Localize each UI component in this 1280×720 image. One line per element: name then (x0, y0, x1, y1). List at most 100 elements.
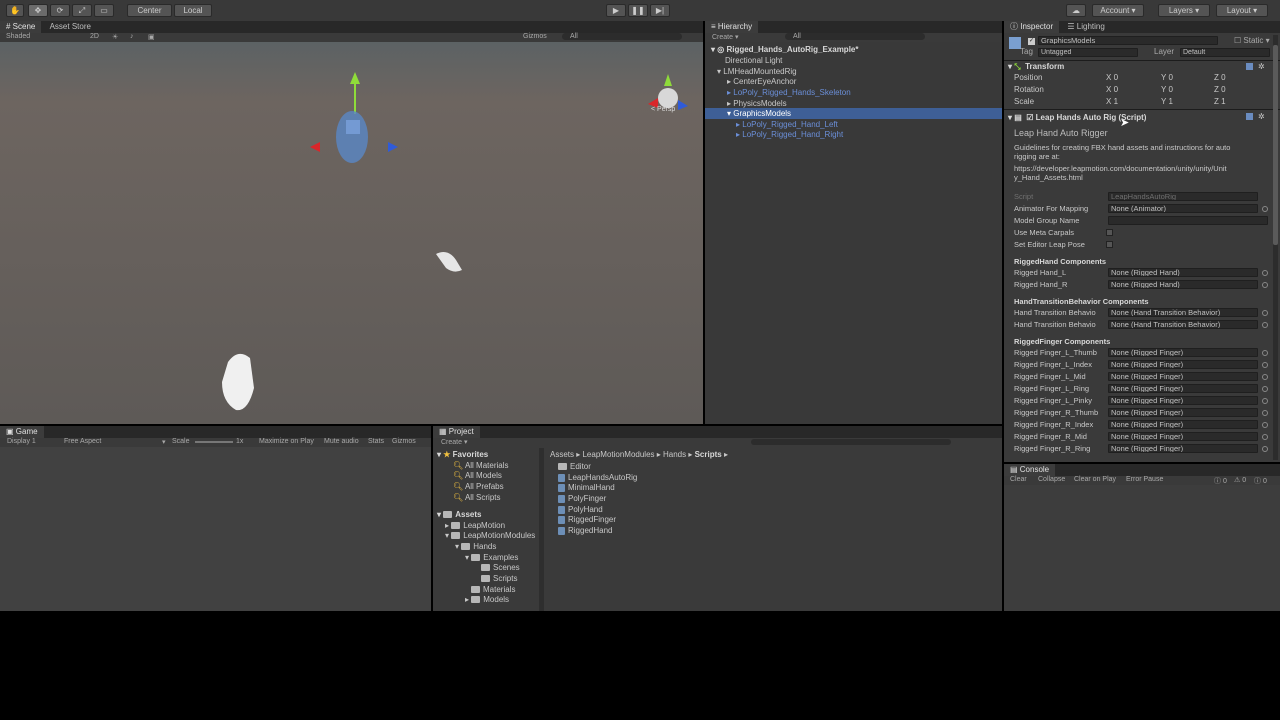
tab-game[interactable]: ▣ Game (0, 426, 44, 438)
account-dropdown[interactable]: Account ▾ (1092, 4, 1144, 17)
rotate-tool-icon[interactable]: ⟳ (50, 4, 70, 17)
rigged-hand-l-field[interactable]: None (Rigged Hand) (1108, 268, 1258, 277)
tag-dropdown[interactable]: Untagged (1038, 48, 1138, 57)
inspector-scrollbar[interactable] (1273, 35, 1278, 460)
console-error-pause-toggle[interactable]: Error Pause (1126, 476, 1163, 483)
rotation-x[interactable]: X 0 (1106, 84, 1118, 95)
active-checkbox[interactable]: ✓ (1028, 38, 1035, 45)
breadcrumb-assets[interactable]: Assets (550, 450, 574, 459)
tree-scripts[interactable]: Scripts (481, 573, 517, 584)
object-picker-icon[interactable] (1262, 398, 1268, 404)
file-editor-folder[interactable]: Editor (558, 461, 591, 472)
tab-inspector[interactable]: ⓘ Inspector (1004, 21, 1060, 33)
hierarchy-item-directional-light[interactable]: Directional Light (725, 55, 782, 66)
position-z[interactable]: Z 0 (1214, 72, 1226, 83)
position-y[interactable]: Y 0 (1161, 72, 1173, 83)
finger-field[interactable]: None (Rigged Finger) (1108, 408, 1258, 417)
editor-pose-checkbox[interactable] (1106, 241, 1113, 248)
stats-toggle[interactable]: Stats (368, 438, 384, 445)
hand-tool-icon[interactable]: ✋ (6, 4, 24, 17)
hierarchy-item-hand-right[interactable]: ▸ LoPoly_Rigged_Hand_Right (736, 129, 843, 140)
project-search-input[interactable] (751, 439, 951, 445)
object-picker-icon[interactable] (1262, 422, 1268, 428)
finger-field[interactable]: None (Rigged Finger) (1108, 420, 1258, 429)
scene-search-input[interactable]: All (562, 33, 682, 40)
favorite-all-models[interactable]: 🔍︎ All Models (453, 470, 502, 481)
hierarchy-item-skeleton[interactable]: ▸ LoPoly_Rigged_Hands_Skeleton (727, 87, 851, 98)
tree-scenes[interactable]: Scenes (481, 562, 520, 573)
maximize-on-play-toggle[interactable]: Maximize on Play (259, 438, 314, 445)
finger-field[interactable]: None (Rigged Finger) (1108, 396, 1258, 405)
breadcrumb-leapmotionmodules[interactable]: LeapMotionModules (582, 450, 654, 459)
scale-z[interactable]: Z 1 (1214, 96, 1226, 107)
cloud-icon[interactable]: ☁ (1066, 4, 1086, 17)
object-picker-icon[interactable] (1262, 322, 1268, 328)
rotation-z[interactable]: Z 0 (1214, 84, 1226, 95)
model-group-input[interactable] (1108, 216, 1268, 225)
assets-root[interactable]: ▾ Assets (437, 509, 482, 520)
pivot-center-button[interactable]: Center (127, 4, 172, 17)
game-viewport[interactable] (0, 447, 431, 611)
audio-toggle-icon[interactable]: ♪ (130, 33, 134, 40)
rotation-y[interactable]: Y 0 (1161, 84, 1173, 95)
inspector-scroll-thumb[interactable] (1273, 45, 1278, 245)
favorite-all-scripts[interactable]: 🔍︎ All Scripts (453, 492, 501, 503)
object-picker-icon[interactable] (1262, 270, 1268, 276)
hierarchy-search-input[interactable]: All (785, 33, 925, 40)
step-button[interactable]: ▶| (650, 4, 670, 17)
gear-icon[interactable]: ✲ (1258, 112, 1265, 121)
layout-dropdown[interactable]: Layout ▾ (1216, 4, 1268, 17)
aspect-dropdown[interactable]: Free Aspect (64, 438, 101, 445)
tree-leapmotionmodules[interactable]: ▾ LeapMotionModules (445, 530, 535, 541)
file-minimalhand[interactable]: MinimalHand (558, 482, 615, 493)
scene-root-item[interactable]: ▾ ◎ Rigged_Hands_AutoRig_Example* (711, 44, 858, 55)
file-polyfinger[interactable]: PolyFinger (558, 493, 606, 504)
play-button[interactable]: ▶ (606, 4, 626, 17)
tab-hierarchy[interactable]: ≡ Hierarchy (705, 21, 759, 33)
finger-field[interactable]: None (Rigged Finger) (1108, 444, 1258, 453)
console-warning-count[interactable]: ⚠ 0 (1234, 476, 1246, 484)
lighting-toggle-icon[interactable]: ☀ (112, 33, 118, 41)
finger-field[interactable]: None (Rigged Finger) (1108, 432, 1258, 441)
scene-viewport[interactable]: < Persp (0, 42, 703, 424)
tab-lighting[interactable]: ☰ Lighting (1061, 21, 1110, 33)
finger-field[interactable]: None (Rigged Finger) (1108, 360, 1258, 369)
object-picker-icon[interactable] (1262, 310, 1268, 316)
documentation-link-2[interactable]: y_Hand_Assets.html (1014, 173, 1083, 182)
finger-field[interactable]: None (Rigged Finger) (1108, 384, 1258, 393)
game-gizmos-dropdown[interactable]: Gizmos (392, 438, 416, 445)
position-x[interactable]: X 0 (1106, 72, 1118, 83)
tree-splitter[interactable] (539, 448, 544, 611)
favorite-all-prefabs[interactable]: 🔍︎ All Prefabs (453, 481, 504, 492)
hierarchy-item-centereyeanchor[interactable]: ▸ CenterEyeAnchor (727, 76, 796, 87)
tab-project[interactable]: ▦ Project (433, 426, 480, 438)
console-clear-on-play-toggle[interactable]: Clear on Play (1074, 476, 1116, 483)
shading-mode-dropdown[interactable]: Shaded (6, 33, 30, 40)
gear-icon[interactable]: ✲ (1258, 62, 1265, 71)
console-collapse-toggle[interactable]: Collapse (1038, 476, 1065, 483)
tab-asset-store[interactable]: Asset Store (44, 21, 97, 33)
object-picker-icon[interactable] (1262, 446, 1268, 452)
file-riggedhand[interactable]: RiggedHand (558, 525, 612, 536)
rigged-hand-r-field[interactable]: None (Rigged Hand) (1108, 280, 1258, 289)
scale-tool-icon[interactable]: ⤢ (72, 4, 92, 17)
object-picker-icon[interactable] (1262, 362, 1268, 368)
perspective-label[interactable]: < Persp (651, 106, 675, 113)
layers-dropdown[interactable]: Layers ▾ (1158, 4, 1210, 17)
object-picker-icon[interactable] (1262, 410, 1268, 416)
object-picker-icon[interactable] (1262, 434, 1268, 440)
meta-carpals-checkbox[interactable] (1106, 229, 1113, 236)
object-picker-icon[interactable] (1262, 350, 1268, 356)
scale-x[interactable]: X 1 (1106, 96, 1118, 107)
transition-field-2[interactable]: None (Hand Transition Behavior) (1108, 320, 1258, 329)
mute-audio-toggle[interactable]: Mute audio (324, 438, 359, 445)
help-icon[interactable] (1246, 63, 1253, 70)
tree-models[interactable]: ▸ Models (465, 594, 509, 605)
scale-slider[interactable] (195, 441, 233, 443)
file-riggedfinger[interactable]: RiggedFinger (558, 514, 616, 525)
scene-gizmos-dropdown[interactable]: Gizmos (523, 33, 547, 40)
object-picker-icon[interactable] (1262, 386, 1268, 392)
animator-field[interactable]: None (Animator) (1108, 204, 1258, 213)
object-name-field[interactable]: GraphicsModels (1038, 36, 1218, 45)
object-picker-icon[interactable] (1262, 206, 1268, 212)
